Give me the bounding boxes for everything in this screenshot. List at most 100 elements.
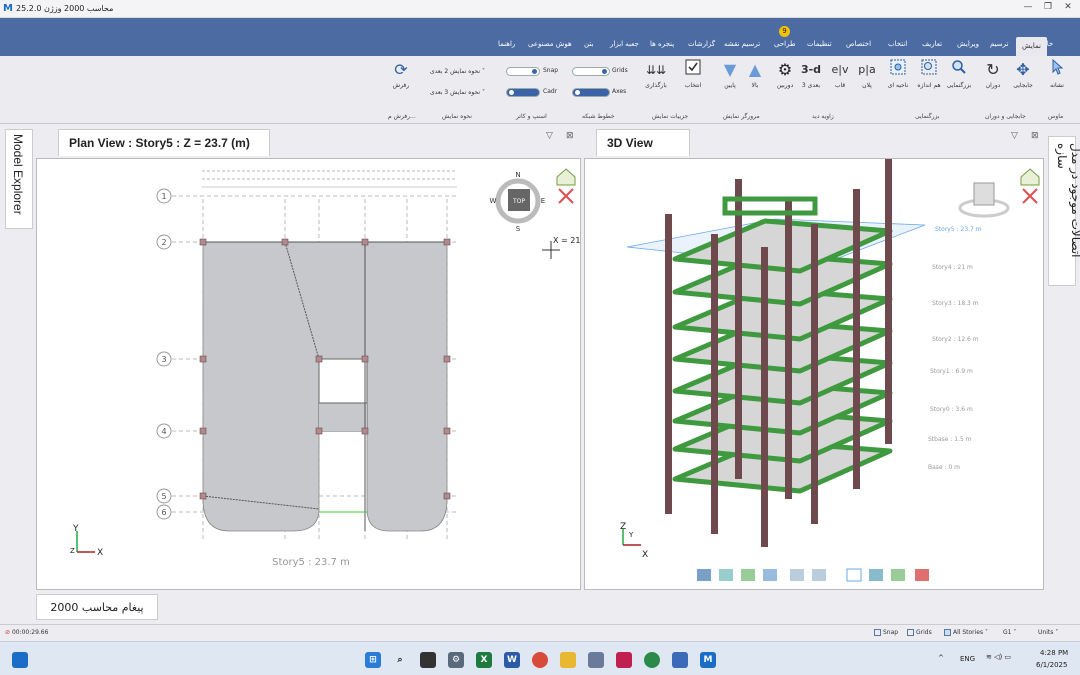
maps-icon[interactable] xyxy=(644,652,660,668)
rotate-icon: ↻ xyxy=(986,60,1000,79)
minimize-button[interactable]: — xyxy=(1018,2,1038,12)
pdf-icon[interactable] xyxy=(616,652,632,668)
pane-close-icon[interactable]: ⊠ xyxy=(1031,131,1039,141)
file-explorer-icon[interactable] xyxy=(560,652,576,668)
rotate-label: دوران xyxy=(985,82,1001,89)
tab-concrete[interactable]: بتن xyxy=(584,40,593,53)
snap-toggle-label: Snap xyxy=(543,67,559,74)
tab-assign[interactable]: اختصاص xyxy=(846,40,871,53)
close-button[interactable]: ✕ xyxy=(1058,2,1078,12)
compass-e-label: E xyxy=(541,197,545,205)
story-label: Story4 : 21 m xyxy=(932,264,973,271)
app-logo-icon: M xyxy=(3,3,13,14)
plan-view-title: Plan View : Story5 : Z = 23.7 (m) xyxy=(69,136,250,150)
tab-toolbox[interactable]: جعبه ابزار xyxy=(610,40,639,53)
language-indicator[interactable]: ENG xyxy=(960,655,975,663)
camera-button[interactable]: ⚙ دوربین xyxy=(771,58,799,104)
units-dropdown[interactable]: Units ˅ xyxy=(1038,629,1058,636)
tab-ai[interactable]: هوش مصنوعی xyxy=(528,40,572,53)
calculator-icon[interactable] xyxy=(588,652,604,668)
tab-drawings[interactable]: ترسیم نقشه xyxy=(724,40,760,53)
tab-help[interactable]: راهنما xyxy=(498,40,515,53)
message-tab[interactable]: پیغام محاسب 2000 xyxy=(36,594,158,620)
select-display-button[interactable]: انتخاب xyxy=(679,58,707,104)
clock-date[interactable]: 6/1/2025 xyxy=(1036,661,1067,669)
search-icon[interactable]: ⌕ xyxy=(392,652,408,668)
story-up-button[interactable]: ▲ بالا xyxy=(741,58,769,104)
tab-select[interactable]: انتخاب xyxy=(888,40,907,53)
3d-axis-y: Y xyxy=(628,531,634,539)
axes-toggle[interactable] xyxy=(572,88,610,97)
tab-draw[interactable]: ترسیم xyxy=(990,40,1008,53)
down-arrow-icon: ▼ xyxy=(723,60,737,79)
zoom-window-button[interactable]: ناحیه ای xyxy=(884,58,912,104)
tab-design[interactable]: طراحی xyxy=(774,40,796,53)
start-icon[interactable]: ⊞ xyxy=(365,652,381,668)
3d-view-canvas[interactable]: Story5 : 23.7 m Story4 : 21 m Story3 : 1… xyxy=(584,144,1044,590)
load-display-button[interactable]: ⇊⇊ بارگذاری xyxy=(642,58,670,104)
status-grids-toggle[interactable]: Grids xyxy=(907,629,932,636)
timer-icon: ⊘ xyxy=(5,629,11,636)
widgets-icon[interactable] xyxy=(12,652,28,668)
story-down-button[interactable]: ▼ پایین xyxy=(716,58,744,104)
pane-close-icon[interactable]: ⊠ xyxy=(566,131,574,141)
restore-button[interactable]: ❐ xyxy=(1038,2,1058,12)
stories-dropdown[interactable]: All Stories ˅ xyxy=(944,629,988,636)
task-view-icon[interactable] xyxy=(420,652,436,668)
plan-view-tab[interactable]: Plan View : Story5 : Z = 23.7 (m) xyxy=(58,129,270,156)
excel-icon[interactable]: X xyxy=(476,652,492,668)
zoom-fit-button[interactable]: هم اندازه xyxy=(915,58,943,104)
pane-menu-chevron-icon[interactable]: ▽ xyxy=(1011,131,1018,141)
zoom-button[interactable]: بزرگنمایی xyxy=(945,58,973,104)
cadr-toggle-label: Cadr xyxy=(543,88,558,95)
connections-panel-tab[interactable]: اتصالات موجود در مدل سازه xyxy=(1048,136,1080,286)
elevation-view-button[interactable]: e|v قاب xyxy=(826,58,854,104)
tray-chevron-icon[interactable]: ^ xyxy=(938,654,944,662)
pane-menu-chevron-icon[interactable]: ▽ xyxy=(546,131,553,141)
clock-time[interactable]: 4:28 PM xyxy=(1040,649,1068,657)
column xyxy=(853,189,860,489)
tab-define[interactable]: تعاریف xyxy=(922,40,942,53)
grids-toggle[interactable] xyxy=(572,67,610,76)
outlook-icon[interactable] xyxy=(672,652,688,668)
tab-settings[interactable]: تنظیمات xyxy=(807,40,832,53)
model-explorer-tab[interactable]: Model Explorer xyxy=(5,129,33,229)
display-3d-dropdown[interactable]: نحوه نمایش 3 بعدی ˅ xyxy=(430,89,485,96)
tab-view[interactable]: نمایش xyxy=(1016,37,1048,56)
group-label-refresh: رفرش م... xyxy=(388,113,416,120)
tab-reports[interactable]: گزارشات xyxy=(688,40,715,53)
grid-bubble-label: 5 xyxy=(161,492,166,501)
column xyxy=(811,224,818,524)
cursor-button[interactable]: نشانه xyxy=(1043,58,1071,104)
grid-bubble-label: 6 xyxy=(161,508,166,517)
snap-toggle[interactable] xyxy=(506,67,540,76)
plan-view-button[interactable]: p|a پلان xyxy=(853,58,881,104)
3d-toolbar xyxy=(697,568,929,582)
ribbon-panel: نشانه ✥ جابجایی ↻ دوران بزرگنمایی هم اند… xyxy=(0,56,1080,124)
tab-edit[interactable]: ویرایش xyxy=(957,40,979,53)
settings-icon[interactable]: ⚙ xyxy=(448,652,464,668)
zoom-icon xyxy=(945,58,973,82)
status-snap-toggle[interactable]: Snap xyxy=(874,629,898,636)
cadr-toggle[interactable] xyxy=(506,88,540,97)
chrome-icon[interactable] xyxy=(532,652,548,668)
word-icon[interactable]: W xyxy=(504,652,520,668)
zoom-window-icon xyxy=(884,58,912,82)
app-taskbar-icon[interactable]: M xyxy=(700,652,716,668)
3d-view-tab[interactable]: 3D View xyxy=(596,129,690,156)
tab-windows[interactable]: پنجره ها xyxy=(650,40,674,53)
story-label: Base : 0 m xyxy=(928,464,960,471)
window-select-icon xyxy=(846,568,862,582)
display-2d-dropdown[interactable]: نحوه نمایش 2 بعدی ˅ xyxy=(430,68,485,75)
story-label: Story0 : 3.6 m xyxy=(930,406,973,413)
move-button[interactable]: ✥ جابجایی xyxy=(1009,58,1037,104)
grid-bubble-label: 1 xyxy=(161,192,166,201)
refresh-button[interactable]: ⟳ رفرش xyxy=(387,58,415,104)
refresh-icon: ⟳ xyxy=(394,60,408,79)
group-dropdown[interactable]: G1 ˅ xyxy=(1003,629,1016,636)
3d-view-button[interactable]: 3-d 3 بعدی xyxy=(797,58,825,104)
wifi-icon[interactable]: ≋ ◁) ▭ xyxy=(986,653,1011,661)
cursor-icon xyxy=(1043,58,1071,82)
plan-view-canvas[interactable]: 1 2 3 4 5 6 TOP N S E W X = 21 Y X Z Sto… xyxy=(36,158,581,590)
rotate-button[interactable]: ↻ دوران xyxy=(979,58,1007,104)
